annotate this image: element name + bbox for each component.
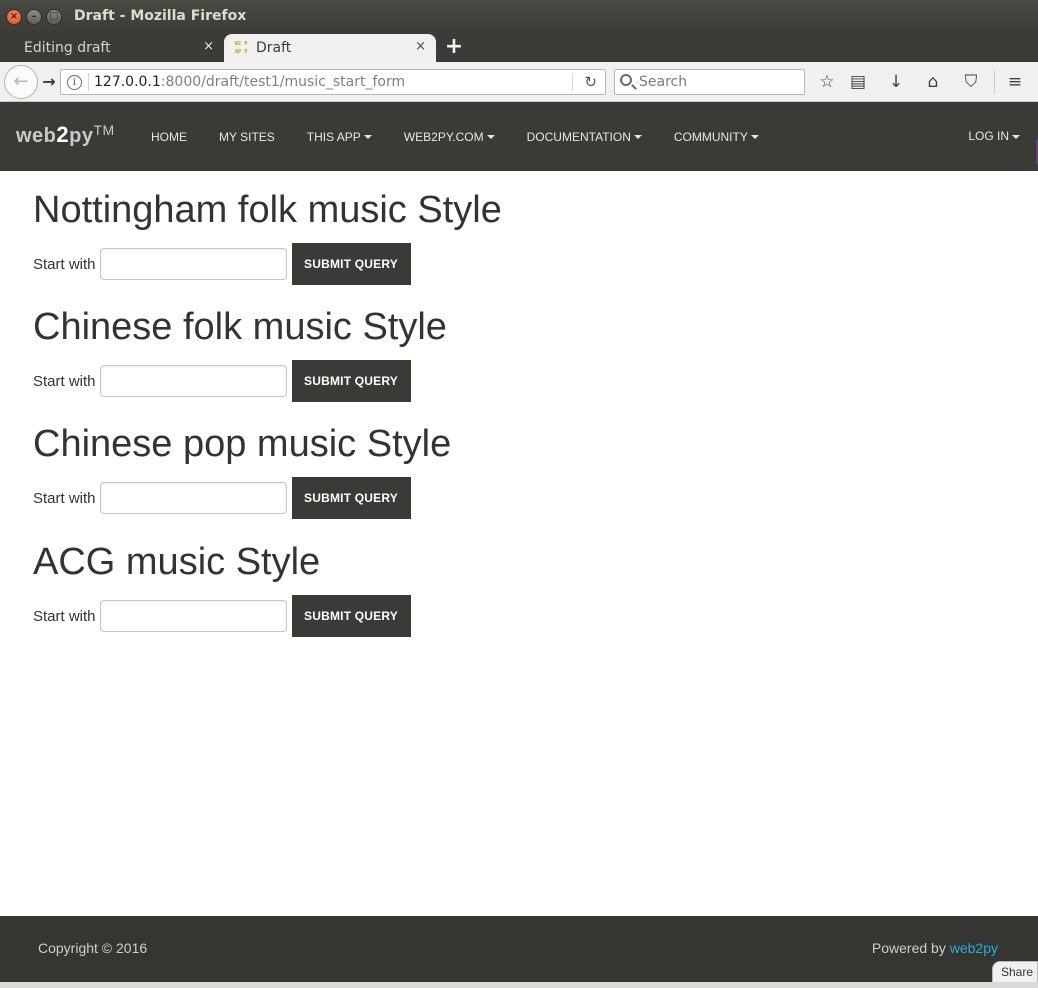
style-form-chinese-pop: Chinese pop music Style Start with SUBMI… (33, 383, 1013, 519)
style-heading: Chinese pop music Style (33, 423, 452, 465)
nav-label: DOCUMENTATION (526, 129, 631, 144)
login-menu[interactable]: LOG IN (968, 129, 1020, 143)
favicon-text: AP (234, 49, 242, 55)
powered-by-text: Powered by web2py (872, 940, 998, 956)
search-placeholder: Search (639, 74, 688, 90)
main-content: Nottingham folk music Style Start with S… (33, 171, 1013, 643)
start-with-input[interactable] (99, 600, 287, 632)
style-form-chinese-folk: Chinese folk music Style Start with SUBM… (33, 266, 1013, 402)
back-forward-group: ← → (4, 65, 62, 99)
style-form-row: Start with SUBMIT QUERY (33, 595, 411, 637)
tab-label: Draft (256, 40, 292, 56)
tab-close-icon[interactable]: × (415, 40, 426, 54)
nav-label: MY SITES (219, 129, 275, 144)
search-bar[interactable]: Search (614, 69, 805, 95)
back-arrow-icon[interactable]: ← (4, 65, 38, 99)
submit-query-button[interactable]: SUBMIT QUERY (291, 595, 411, 637)
favicon-text: P (244, 49, 248, 55)
search-icon (620, 74, 632, 86)
favicon-text: W2 (234, 41, 242, 47)
pocket-icon[interactable]: ⛉ (960, 72, 982, 94)
nav-documentation[interactable]: DOCUMENTATION (511, 130, 658, 144)
style-heading: ACG music Style (33, 541, 321, 583)
style-heading: Nottingham folk music Style (33, 189, 502, 231)
reload-icon[interactable]: ↻ (584, 73, 597, 91)
nav-label: HOME (151, 129, 187, 144)
tab-strip: Editing draft × W2 P AP P Draft × + (0, 34, 1038, 62)
url-divider (88, 73, 89, 91)
login-label: LOG IN (968, 129, 1009, 143)
nav-home[interactable]: HOME (135, 130, 203, 144)
nav-label: COMMUNITY (673, 129, 748, 144)
share-button[interactable]: Share (992, 961, 1038, 983)
style-form-nottingham: Nottingham folk music Style Start with S… (33, 149, 1013, 285)
style-form-acg: ACG music Style Start with SUBMIT QUERY (33, 501, 1013, 637)
window-controls: × – □ (6, 9, 62, 25)
reload-divider (572, 73, 573, 91)
browser-toolbar: ← → i 127.0.0.1:8000/draft/test1/music_s… (0, 62, 1038, 102)
start-with-label: Start with (33, 607, 96, 625)
favicon-text: P (244, 41, 248, 47)
style-heading: Chinese folk music Style (33, 306, 447, 348)
window-close-button[interactable]: × (6, 9, 22, 25)
caret-down-icon (363, 135, 372, 140)
toolbar-divider (994, 70, 995, 94)
forward-arrow-icon[interactable]: → (40, 74, 58, 92)
brand-logo[interactable]: web2pyTM (16, 122, 115, 148)
nav-label: WEB2PY.COM (403, 129, 484, 144)
url-bar[interactable]: i 127.0.0.1:8000/draft/test1/music_start… (60, 69, 606, 95)
tab-label: Editing draft (24, 40, 111, 56)
site-info-icon[interactable]: i (67, 75, 82, 90)
copyright-text: Copyright © 2016 (38, 940, 148, 956)
brand-trademark: TM (93, 122, 115, 138)
web2py-link[interactable]: web2py (950, 940, 998, 956)
bookmark-star-icon[interactable]: ☆ (816, 72, 838, 94)
new-tab-button[interactable]: + (442, 35, 466, 59)
url-text[interactable]: 127.0.0.1:8000/draft/test1/music_start_f… (94, 74, 405, 90)
download-icon[interactable]: ↓ (885, 72, 907, 94)
powered-by-label: Powered by (871, 940, 950, 956)
brand-prefix: web (16, 125, 57, 147)
window-minimize-button[interactable]: – (26, 9, 42, 25)
nav-community[interactable]: COMMUNITY (658, 130, 775, 144)
window-title: Draft - Mozilla Firefox (74, 8, 247, 24)
web2py-favicon-icon: W2 P AP P (234, 40, 250, 56)
reading-list-icon[interactable]: ▤ (847, 72, 869, 94)
caret-down-icon (633, 135, 642, 140)
tab-draft[interactable]: W2 P AP P Draft × (224, 34, 436, 62)
home-icon[interactable]: ⌂ (922, 72, 944, 94)
caret-down-icon (750, 135, 759, 140)
nav-web2py-com[interactable]: WEB2PY.COM (388, 130, 511, 144)
window-maximize-button[interactable]: □ (46, 9, 62, 25)
tab-editing-draft[interactable]: Editing draft × (0, 34, 224, 62)
menu-icon[interactable]: ≡ (1004, 72, 1026, 94)
nav-my-sites[interactable]: MY SITES (203, 130, 291, 144)
url-host: 127.0.0.1 (94, 74, 161, 90)
window-bottom-edge (0, 982, 1038, 988)
window-titlebar: × – □ Draft - Mozilla Firefox (0, 0, 1038, 34)
nav-label: THIS APP (306, 129, 361, 144)
site-footer: Copyright © 2016 Powered by web2py (0, 916, 1038, 982)
tab-close-icon[interactable]: × (203, 40, 214, 54)
brand-two: 2 (56, 122, 70, 147)
nav-this-app[interactable]: THIS APP (291, 130, 388, 144)
caret-down-icon (1012, 134, 1020, 139)
brand-suffix: py (69, 125, 94, 147)
url-path: :8000/draft/test1/music_start_form (160, 74, 406, 90)
caret-down-icon (486, 135, 495, 140)
